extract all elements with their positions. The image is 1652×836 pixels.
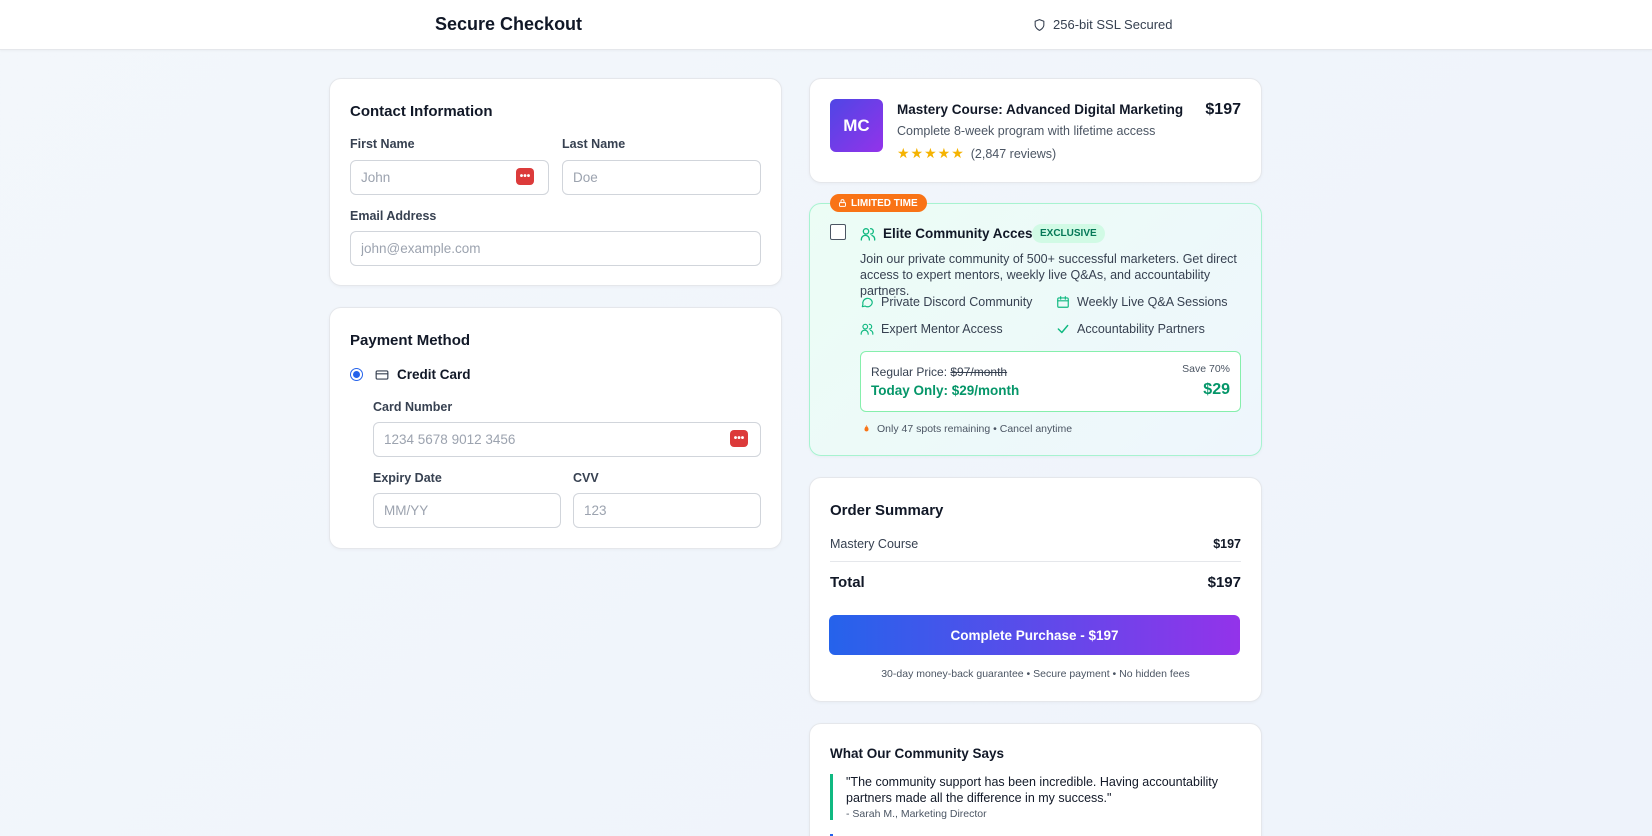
credit-card-icon — [375, 369, 389, 380]
product-card: MC Mastery Course: Advanced Digital Mark… — [809, 78, 1262, 183]
complete-purchase-button[interactable]: Complete Purchase - $197 — [829, 615, 1240, 655]
today-price-label: Today Only: $29/month — [871, 383, 1020, 398]
regular-price-value: $97/month — [950, 365, 1008, 379]
email-input[interactable] — [350, 231, 761, 266]
lock-icon — [839, 199, 846, 207]
payment-title: Payment Method — [350, 332, 471, 349]
review-count: (2,847 reviews) — [970, 146, 1057, 161]
upsell-price-box: Regular Price: $97/month Today Only: $29… — [860, 351, 1241, 412]
credit-card-label: Credit Card — [397, 367, 471, 382]
flame-icon — [864, 425, 869, 432]
feature-accountability: Accountability Partners — [1056, 322, 1205, 336]
check-icon — [1057, 324, 1069, 334]
feature-qa: Weekly Live Q&A Sessions — [1056, 295, 1228, 309]
calendar-icon — [1057, 296, 1069, 308]
page-title: Secure Checkout — [435, 14, 583, 34]
testimonial-quote: "The community support has been incredib… — [846, 775, 1218, 805]
regular-price-row: Regular Price: $97/month — [871, 365, 1007, 379]
password-manager-icon[interactable]: ••• — [516, 168, 534, 185]
card-number-input[interactable] — [373, 422, 761, 457]
product-price: $197 — [1205, 101, 1241, 118]
testimonial-author: - Sarah M., Marketing Director — [846, 808, 987, 820]
contact-title: Contact Information — [350, 103, 493, 120]
guarantee-text: 30-day money-back guarantee • Secure pay… — [881, 668, 1190, 680]
first-name-label: First Name — [350, 137, 415, 151]
product-initials: MC — [843, 115, 870, 135]
credit-card-option[interactable]: Credit Card — [350, 367, 471, 382]
urgency-row: Only 47 spots remaining • Cancel anytime — [862, 423, 1072, 435]
upsell-title: Elite Community Access — [883, 226, 1041, 241]
product-rating: ★★★★★ (2,847 reviews) — [897, 145, 1056, 162]
testimonials-card: What Our Community Says "The community s… — [809, 723, 1262, 836]
expiry-label: Expiry Date — [373, 471, 442, 485]
credit-card-radio[interactable] — [350, 368, 363, 381]
feature-label: Private Discord Community — [881, 295, 1033, 309]
upsell-description: Join our private community of 500+ succe… — [860, 252, 1237, 298]
ssl-badge: 256-bit SSL Secured — [1033, 17, 1172, 32]
last-name-input[interactable] — [562, 160, 761, 195]
feature-label: Weekly Live Q&A Sessions — [1077, 295, 1228, 309]
last-name-label: Last Name — [562, 137, 626, 151]
product-description: Complete 8-week program with lifetime ac… — [897, 124, 1156, 138]
order-summary-title: Order Summary — [830, 502, 944, 519]
product-thumbnail: MC — [830, 99, 883, 152]
upsell-price: $29 — [1203, 381, 1230, 398]
line-item-price: $197 — [1213, 537, 1241, 551]
exclusive-badge: EXCLUSIVE — [1032, 224, 1105, 243]
upsell-checkbox[interactable] — [830, 224, 846, 240]
contact-card: Contact Information First Name ••• Last … — [329, 78, 782, 286]
card-number-label: Card Number — [373, 400, 453, 414]
cvv-label: CVV — [573, 471, 599, 485]
cvv-input[interactable] — [573, 493, 761, 528]
email-label: Email Address — [350, 209, 437, 223]
ssl-label: 256-bit SSL Secured — [1053, 17, 1173, 32]
product-name: Mastery Course: Advanced Digital Marketi… — [897, 102, 1184, 117]
order-summary-card: Order Summary Mastery Course $197 Total … — [809, 477, 1262, 702]
testimonials-title: What Our Community Says — [830, 746, 1005, 761]
password-manager-icon[interactable]: ••• — [730, 430, 748, 447]
regular-price-label: Regular Price: — [871, 365, 948, 379]
chat-bubble-icon — [861, 297, 873, 308]
limited-time-badge: LIMITED TIME — [830, 194, 927, 212]
limited-time-label: LIMITED TIME — [851, 197, 918, 209]
top-header: Secure Checkout 256-bit SSL Secured — [0, 0, 1652, 50]
payment-card: Payment Method Credit Card Card Number •… — [329, 307, 782, 549]
feature-mentor: Expert Mentor Access — [860, 322, 1003, 336]
shield-icon — [1034, 18, 1045, 31]
testimonial-item: "The community support has been incredib… — [830, 774, 1241, 820]
feature-label: Accountability Partners — [1077, 322, 1205, 336]
total-label: Total — [830, 574, 865, 591]
feature-discord: Private Discord Community — [860, 295, 1032, 309]
line-item-label: Mastery Course — [830, 537, 919, 551]
expiry-input[interactable] — [373, 493, 561, 528]
users-icon — [860, 323, 874, 335]
summary-divider — [830, 561, 1241, 562]
users-icon — [860, 228, 876, 241]
urgency-text: Only 47 spots remaining • Cancel anytime — [877, 423, 1073, 435]
feature-label: Expert Mentor Access — [881, 322, 1003, 336]
save-label: Save 70% — [1182, 363, 1230, 375]
star-rating-icons: ★★★★★ — [897, 145, 965, 161]
total-price: $197 — [1207, 574, 1241, 591]
